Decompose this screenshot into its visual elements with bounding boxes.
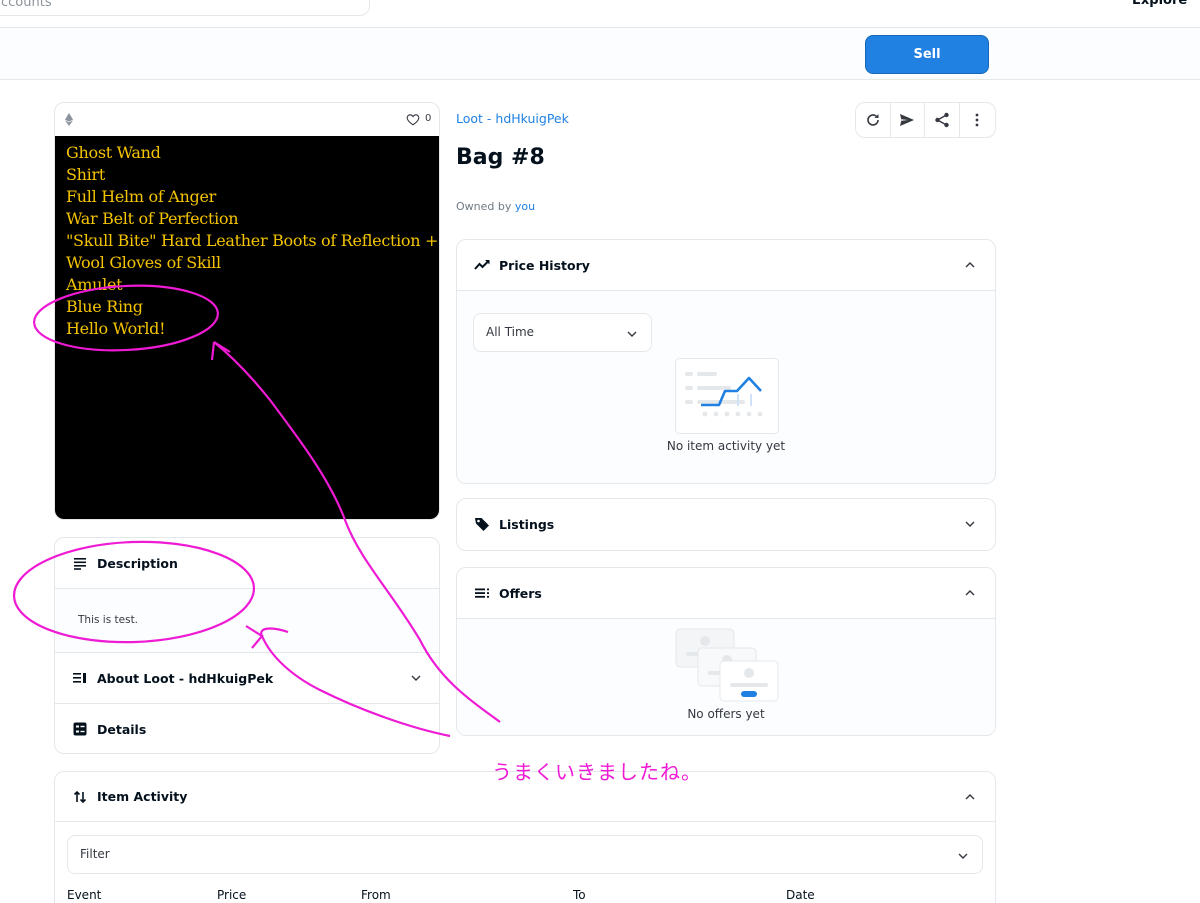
column-header: Date — [786, 888, 815, 902]
offers-body: No offers yet — [457, 618, 995, 735]
empty-chart-icon — [675, 358, 779, 434]
details-icon — [73, 722, 87, 736]
sell-button[interactable]: Sell — [865, 35, 989, 74]
loot-item: Full Helm of Anger — [66, 187, 216, 206]
heart-icon[interactable] — [406, 113, 420, 126]
time-range-value: All Time — [486, 325, 535, 339]
description-body: This is test. — [55, 589, 439, 653]
loot-item: Amulet — [66, 275, 123, 294]
price-history-panel: Price History All Time No item activity … — [456, 239, 996, 484]
listings-panel: Listings — [456, 498, 996, 551]
price-history-body: All Time No item activity yet — [457, 290, 995, 483]
offers-panel: Offers No offers yet — [456, 567, 996, 736]
column-header: Event — [67, 888, 102, 902]
text-lines-icon — [74, 558, 86, 570]
chevron-up-icon — [965, 794, 975, 800]
collection-link[interactable]: Loot - hdHkuigPek — [456, 111, 569, 126]
activity-filter-placeholder: Filter — [80, 847, 110, 861]
top-nav: ccounts Explore — [0, 0, 1200, 28]
owner-line: Owned by you — [456, 200, 535, 213]
details-label: Details — [97, 721, 147, 737]
list-icon — [475, 588, 489, 598]
description-header[interactable]: Description — [55, 538, 439, 589]
item-action-bar — [0, 28, 1200, 80]
column-header: To — [573, 888, 586, 902]
loot-item: Ghost Wand — [66, 143, 161, 162]
description-title: Description — [97, 555, 178, 571]
item-action-group — [855, 102, 996, 138]
send-icon — [900, 114, 915, 126]
activity-filter-select[interactable]: Filter — [67, 835, 983, 874]
item-title: Bag #8 — [456, 145, 545, 170]
column-header: Price — [217, 888, 247, 902]
image-card-header: 0 — [55, 103, 439, 136]
chevron-up-icon — [965, 262, 975, 268]
chevron-down-icon — [958, 853, 968, 859]
search-placeholder: ccounts — [1, 0, 52, 10]
about-collection-row[interactable]: About Loot - hdHkuigPek — [55, 653, 439, 704]
swap-arrows-icon — [73, 790, 87, 803]
offers-header[interactable]: Offers — [457, 568, 995, 618]
chevron-up-icon — [965, 590, 975, 596]
annotation-text: うまくいきましたね。 — [492, 760, 702, 784]
price-history-empty-text: No item activity yet — [666, 439, 786, 453]
listings-title: Listings — [499, 516, 555, 532]
empty-offers-icon — [675, 628, 779, 702]
chevron-down-icon — [411, 675, 421, 681]
loot-item: "Skull Bite" Hard Leather Boots of Refle… — [66, 231, 440, 250]
activity-table-header: Event Price From To Date — [55, 888, 995, 903]
owned-by-label: Owned by — [456, 200, 512, 213]
about-collection-label: About Loot - hdHkuigPek — [97, 670, 274, 686]
chevron-down-icon — [627, 331, 637, 337]
price-history-header[interactable]: Price History — [457, 240, 995, 290]
price-history-title: Price History — [499, 257, 590, 273]
more-icon — [975, 113, 979, 127]
description-panel: Description This is test. About Loot - h… — [54, 537, 440, 754]
search-input[interactable]: ccounts — [0, 0, 370, 16]
chevron-down-icon — [965, 521, 975, 527]
ethereum-icon — [65, 113, 73, 126]
nav-explore-link[interactable]: Explore — [1132, 0, 1187, 8]
offers-empty-text: No offers yet — [687, 707, 765, 721]
listings-header[interactable]: Listings — [457, 499, 995, 549]
loot-item: Hello World! — [66, 319, 166, 338]
transfer-button[interactable] — [891, 103, 925, 137]
loot-item: Blue Ring — [66, 297, 143, 316]
details-row[interactable]: Details — [55, 704, 439, 753]
owner-link[interactable]: you — [515, 200, 535, 213]
offers-title: Offers — [499, 585, 542, 601]
column-header: From — [361, 888, 391, 902]
share-icon — [935, 112, 949, 128]
loot-item: Shirt — [66, 165, 105, 184]
item-activity-title: Item Activity — [97, 789, 188, 804]
share-button[interactable] — [925, 103, 960, 137]
tag-icon — [475, 518, 489, 531]
refresh-button[interactable] — [856, 103, 891, 137]
list-detail-icon — [73, 673, 86, 683]
time-range-select[interactable]: All Time — [473, 313, 652, 352]
more-button[interactable] — [960, 103, 995, 137]
refresh-icon — [866, 114, 879, 126]
favorite-count: 0 — [425, 113, 432, 124]
item-activity-panel: Item Activity Filter Event Price From To… — [54, 771, 996, 903]
trend-line-icon — [474, 260, 490, 270]
loot-bag-image: Ghost Wand Shirt Full Helm of Anger War … — [55, 136, 440, 519]
loot-item: Wool Gloves of Skill — [66, 253, 221, 272]
item-image-card: 0 Ghost Wand Shirt Full Helm of Anger Wa… — [54, 102, 440, 520]
loot-item: War Belt of Perfection — [66, 209, 239, 228]
